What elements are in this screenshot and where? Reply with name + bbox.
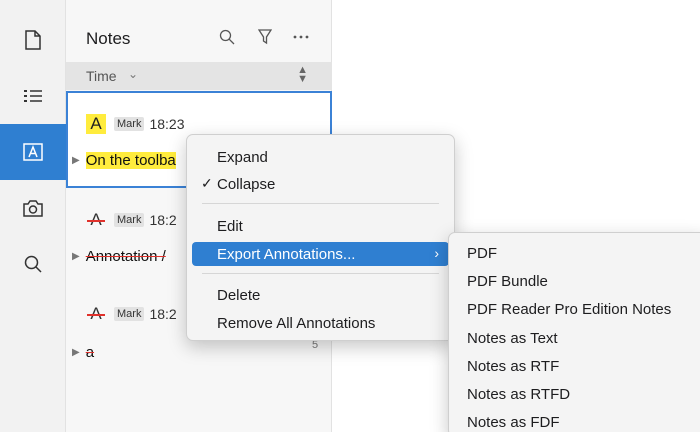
highlight-annotation-icon: A [86, 114, 106, 134]
search-icon[interactable] [0, 236, 66, 292]
menu-item-delete[interactable]: Delete [192, 283, 449, 307]
note-time: 18:2 [149, 306, 177, 322]
mark-badge: Mark [114, 307, 145, 321]
menu-separator [202, 203, 439, 204]
sort-order-icon[interactable]: ▲ ▼ [297, 65, 308, 85]
document-icon[interactable] [0, 12, 66, 68]
menu-item-export-annotations[interactable]: Export Annotations... › [192, 242, 449, 266]
menu-item-label: Edit [217, 217, 243, 235]
menu-item-collapse[interactable]: ✓ Collapse [192, 172, 449, 196]
menu-item-label: Expand [217, 148, 268, 166]
menu-item-edit[interactable]: Edit [192, 214, 449, 238]
export-submenu: PDF PDF Bundle PDF Reader Pro Edition No… [448, 232, 700, 432]
menu-item-label: Collapse [217, 175, 276, 193]
note-excerpt: a [85, 344, 95, 361]
menu-item-label: Remove All Annotations [217, 314, 376, 332]
context-menu: Expand ✓ Collapse Edit Export Annotation… [186, 134, 455, 341]
sort-bar[interactable]: Time ⌄ ▲ ▼ [66, 62, 332, 90]
note-card[interactable]: A Mark 18:2 [86, 304, 177, 324]
note-excerpt-row[interactable]: ▶ Annotation / [72, 248, 166, 265]
list-icon[interactable] [0, 68, 66, 124]
disclosure-triangle-icon[interactable]: ▶ [72, 155, 80, 166]
filter-icon[interactable] [254, 26, 276, 48]
submenu-item-notes-fdf[interactable]: Notes as FDF [467, 414, 560, 431]
menu-item-remove-all-annotations[interactable]: Remove All Annotations [192, 311, 449, 335]
menu-item-label: Delete [217, 286, 261, 304]
submenu-item-pdf[interactable]: PDF [467, 245, 497, 262]
sort-label: Time [86, 68, 117, 84]
snapshot-icon[interactable] [0, 180, 66, 236]
menu-item-expand[interactable]: Expand [192, 145, 449, 169]
mark-badge: Mark [114, 117, 145, 131]
disclosure-triangle-icon[interactable]: ▶ [72, 347, 80, 358]
panel-title: Notes [86, 29, 131, 48]
menu-item-label: Export Annotations... [217, 245, 356, 263]
submenu-item-notes-rtf[interactable]: Notes as RTF [467, 358, 559, 375]
submenu-item-notes-rtfd[interactable]: Notes as RTFD [467, 386, 570, 403]
strikeout-annotation-icon: A [86, 210, 106, 230]
note-excerpt-row[interactable]: ▶ a [72, 344, 94, 361]
chevron-right-icon: › [434, 245, 439, 261]
more-icon[interactable] [290, 26, 312, 48]
submenu-item-notes-text[interactable]: Notes as Text [467, 330, 558, 347]
chevron-down-icon: ⌄ [128, 67, 139, 81]
note-excerpt: On the toolba [85, 152, 176, 169]
note-time: 18:23 [149, 116, 185, 132]
annotation-icon[interactable] [0, 124, 66, 180]
search-notes-icon[interactable] [216, 26, 238, 48]
menu-separator [202, 273, 439, 274]
note-card[interactable]: A Mark 18:2 [86, 210, 177, 230]
note-time: 18:2 [149, 212, 177, 228]
checkmark-icon: ✓ [201, 175, 213, 191]
submenu-item-edition-notes[interactable]: PDF Reader Pro Edition Notes [467, 301, 671, 318]
submenu-item-pdf-bundle[interactable]: PDF Bundle [467, 273, 548, 290]
strikeout-annotation-icon: A [86, 304, 106, 324]
note-excerpt: Annotation / [85, 248, 166, 265]
disclosure-triangle-icon[interactable]: ▶ [72, 251, 80, 262]
mark-badge: Mark [114, 213, 145, 227]
left-tool-rail [0, 0, 66, 432]
